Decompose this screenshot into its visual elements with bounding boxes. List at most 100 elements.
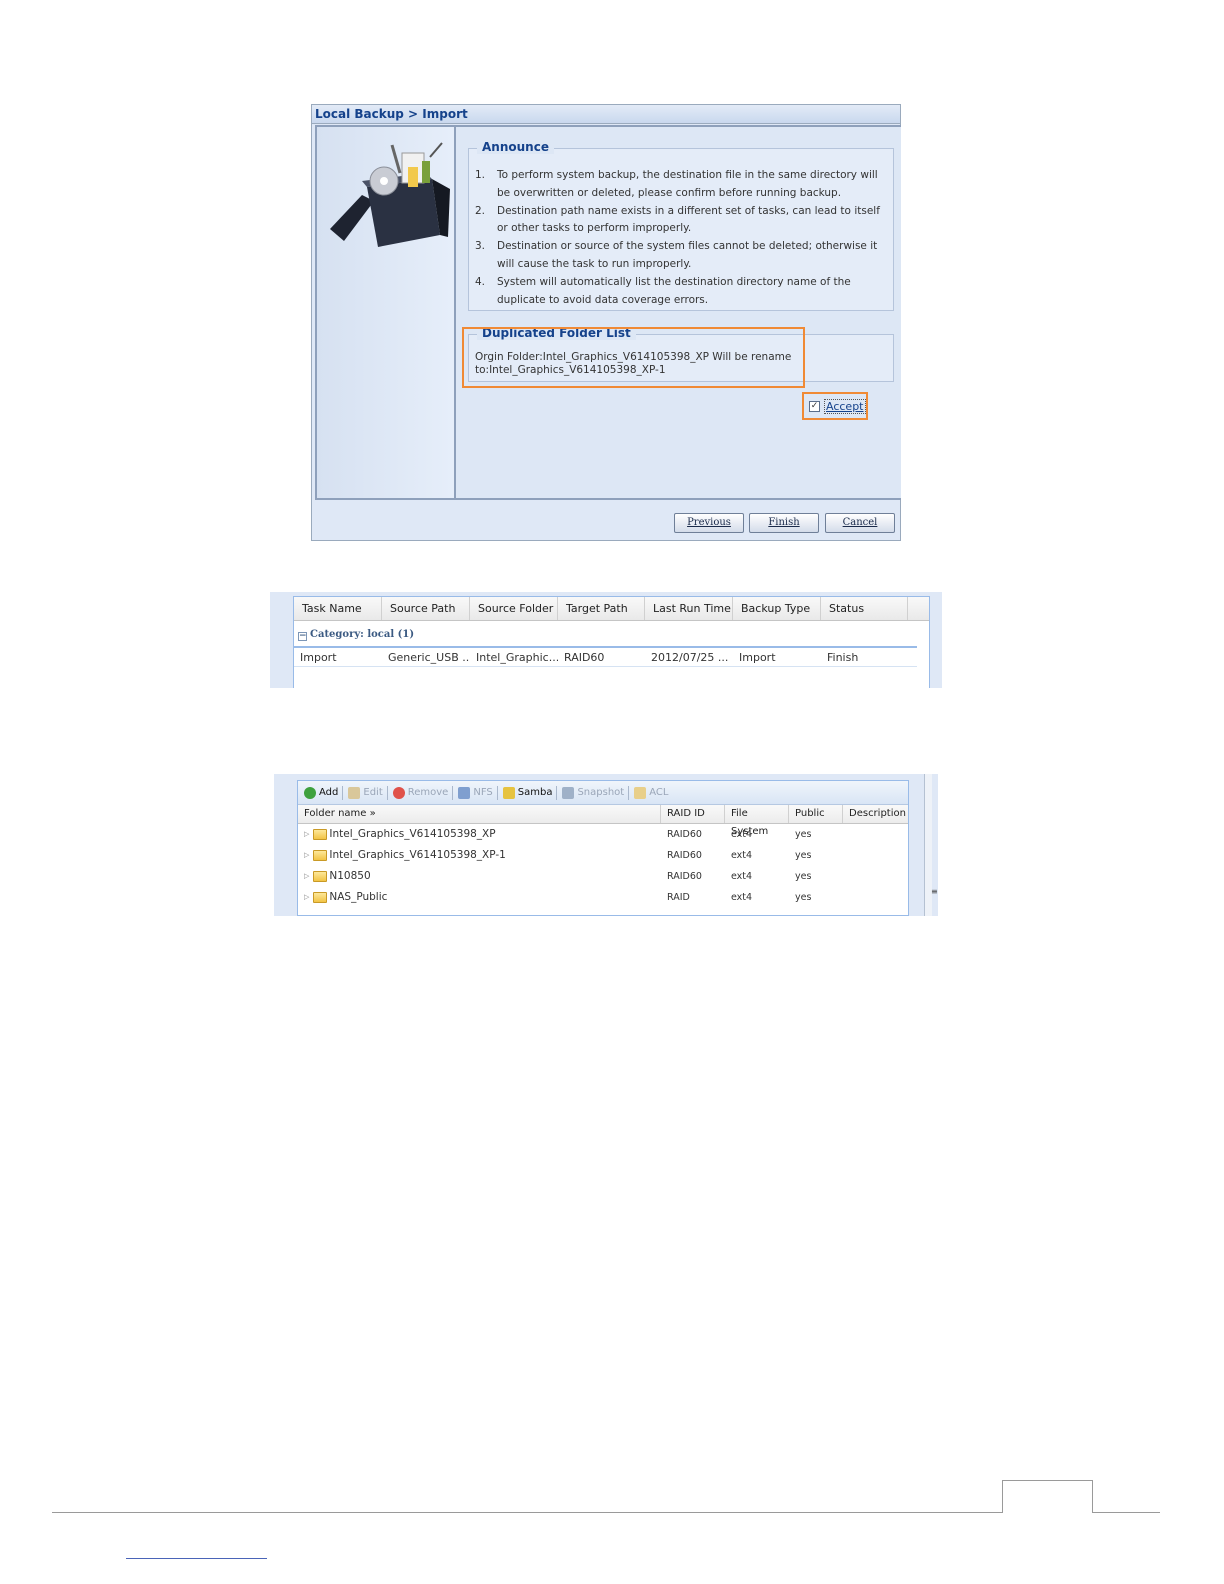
add-button[interactable]: Add (304, 786, 338, 799)
share-folder-header: Folder name » RAID ID File System Public… (298, 805, 908, 837)
col-last-run-time[interactable]: Last Run Time (645, 597, 733, 620)
file-system-cell: ext4 (731, 871, 753, 882)
snapshot-icon (562, 786, 575, 799)
col-status[interactable]: Status (821, 597, 908, 620)
col-source-path[interactable]: Source Path (382, 597, 470, 620)
nfs-icon (458, 786, 471, 799)
toolbar-divider (386, 785, 388, 800)
share-folder-panel: Add Edit Remove NFS Samba Snapshot ACL F… (274, 774, 938, 916)
backup-task-panel: Task Name Source Path Source Folder Targ… (270, 592, 942, 688)
expand-arrow-icon[interactable]: ▷ (304, 824, 309, 845)
category-label: Category: local (1) (310, 629, 415, 640)
col-backup-type[interactable]: Backup Type (733, 597, 821, 620)
wizard-footer: Previous Finish Cancel (312, 499, 900, 540)
highlight-accept-box (802, 392, 868, 420)
public-cell: yes (795, 829, 812, 840)
page-number-tab (1002, 1480, 1093, 1513)
share-folder-toolbar: Add Edit Remove NFS Samba Snapshot ACL (298, 781, 908, 805)
announce-list: 1. To perform system backup, the destinat… (469, 149, 893, 309)
raid-id-cell: RAID60 (667, 829, 702, 840)
category-group-header[interactable]: − Category: local (1) (294, 621, 917, 648)
edit-button[interactable]: Edit (348, 786, 383, 799)
acl-button[interactable]: ACL (634, 786, 668, 799)
cell-source-path: Generic_USB ... (388, 651, 470, 664)
announce-item: 1. To perform system backup, the destinat… (475, 169, 878, 199)
table-row[interactable]: Import Generic_USB ... Intel_Graphic... … (294, 648, 917, 667)
col-public[interactable]: Public (789, 805, 843, 823)
file-system-cell: ext4 (731, 892, 753, 903)
footer-rule-right (1093, 1512, 1160, 1513)
file-system-cell: ext4 (731, 850, 753, 861)
cell-task-name: Import (300, 651, 337, 664)
col-source-folder[interactable]: Source Folder (470, 597, 558, 620)
cell-backup-type: Import (739, 651, 776, 664)
folder-icon (313, 829, 328, 840)
cancel-button[interactable]: Cancel (825, 513, 895, 533)
cell-last-run: 2012/07/25 ... (651, 651, 729, 664)
folder-icon (313, 892, 328, 903)
public-cell: yes (795, 871, 812, 882)
expand-arrow-icon[interactable]: ▷ (304, 866, 309, 887)
toolbar-divider (342, 785, 344, 800)
share-folder-grid: Add Edit Remove NFS Samba Snapshot ACL F… (297, 780, 909, 916)
backup-box-icon (330, 142, 450, 247)
table-row[interactable]: ▷ N10850 RAID60 ext4 yes (298, 866, 908, 887)
samba-button[interactable]: Samba (502, 786, 552, 799)
folder-name-cell: ▷ Intel_Graphics_V614105398_XP-1 (298, 845, 661, 866)
raid-id-cell: RAID (667, 892, 690, 903)
folder-icon (313, 871, 328, 882)
announce-item: 2. Destination path name exists in a diff… (475, 204, 880, 235)
public-cell: yes (795, 850, 812, 861)
table-row[interactable]: ▷ Intel_Graphics_V614105398_XP-1 RAID60 e… (298, 845, 908, 866)
expand-arrow-icon[interactable]: ▷ (304, 845, 309, 866)
wizard-title: Local Backup > Import (312, 105, 900, 124)
add-icon (304, 786, 316, 799)
acl-icon (634, 786, 647, 799)
grid-header: Task Name Source Path Source Folder Targ… (294, 597, 929, 621)
remove-button[interactable]: Remove (392, 786, 448, 799)
folder-name-cell: ▷ N10850 (298, 866, 661, 887)
announce-item: 3. Destination or source of the system fi… (475, 240, 878, 270)
scrollbar-grip-icon[interactable]: ≡ (931, 888, 938, 896)
expand-arrow-icon[interactable]: ▷ (304, 887, 309, 908)
col-file-system[interactable]: File System (725, 805, 789, 837)
toolbar-divider (628, 785, 630, 800)
announce-legend: Announce (477, 140, 554, 154)
public-cell: yes (795, 892, 812, 903)
wizard-sidebar (317, 127, 456, 498)
announce-fieldset: Announce 1. To perform system backup, the… (468, 140, 894, 311)
folder-name-cell: ▷ NAS_Public (298, 887, 661, 908)
table-row[interactable]: ▷ Intel_Graphics_V614105398_XP RAID60 ext… (298, 824, 908, 845)
col-folder-name[interactable]: Folder name » (298, 805, 661, 823)
nfs-button[interactable]: NFS (458, 786, 493, 799)
wizard-body: Announce 1. To perform system backup, the… (315, 125, 901, 500)
file-system-cell: ext4 (731, 829, 753, 840)
wizard-content: Announce 1. To perform system backup, the… (458, 127, 901, 498)
samba-icon (502, 786, 515, 799)
toolbar-divider (556, 785, 558, 800)
highlight-duplicated-box (462, 327, 805, 388)
footer-link-underline[interactable] (126, 1558, 267, 1559)
edit-icon (348, 786, 361, 799)
col-description[interactable]: Description (843, 805, 908, 823)
previous-button[interactable]: Previous (674, 513, 744, 533)
local-backup-import-wizard: Local Backup > Import Announce 1. To per… (311, 104, 901, 541)
snapshot-button[interactable]: Snapshot (562, 786, 624, 799)
col-raid-id[interactable]: RAID ID (661, 805, 725, 823)
cell-status: Finish (827, 651, 859, 664)
backup-task-grid: Task Name Source Path Source Folder Targ… (293, 596, 930, 688)
collapse-icon[interactable]: − (298, 632, 307, 641)
cell-source-folder: Intel_Graphic... (476, 651, 558, 664)
raid-id-cell: RAID60 (667, 850, 702, 861)
announce-item: 4. System will automatically list the des… (475, 275, 851, 306)
col-task-name[interactable]: Task Name (294, 597, 382, 620)
finish-button[interactable]: Finish (749, 513, 819, 533)
toolbar-divider (496, 785, 498, 800)
folder-name-cell: ▷ Intel_Graphics_V614105398_XP (298, 824, 661, 845)
table-row[interactable]: ▷ NAS_Public RAID ext4 yes (298, 887, 908, 908)
raid-id-cell: RAID60 (667, 871, 702, 882)
footer-rule (52, 1512, 1002, 1513)
col-target-path[interactable]: Target Path (558, 597, 645, 620)
cell-target-path: RAID60 (564, 651, 605, 664)
folder-icon (313, 850, 328, 861)
